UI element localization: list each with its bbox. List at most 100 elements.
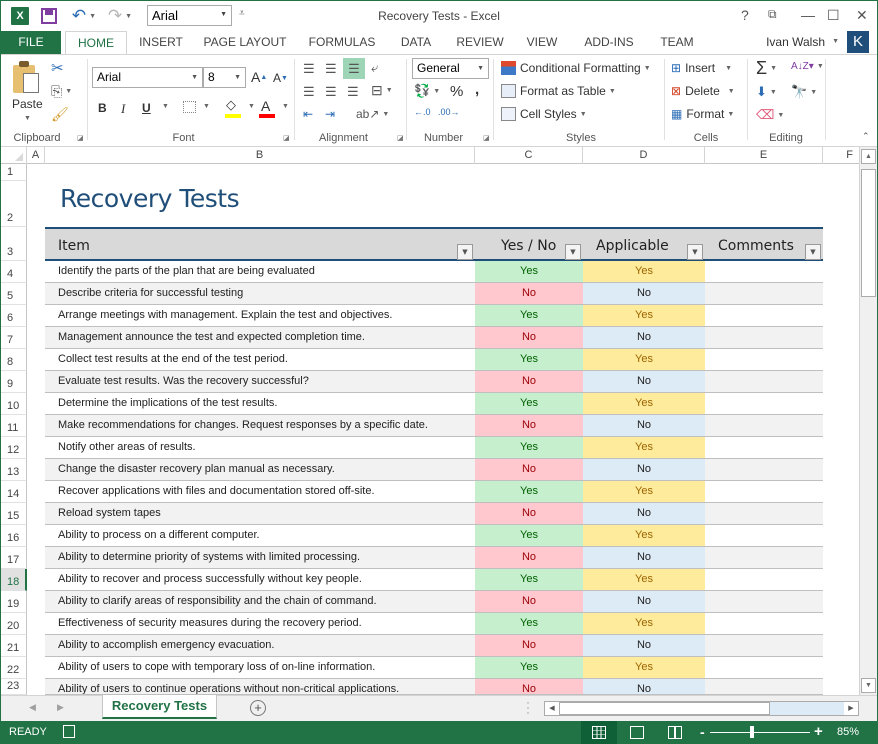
row-header-12[interactable]: 12 <box>1 437 27 459</box>
applicable-cell[interactable]: No <box>583 283 705 304</box>
applicable-cell[interactable]: Yes <box>583 393 705 414</box>
yes-no-cell[interactable]: Yes <box>475 569 583 590</box>
column-header-d[interactable]: D <box>583 147 705 164</box>
yes-no-cell[interactable]: No <box>475 371 583 392</box>
font-color-dropdown-icon[interactable]: ▼ <box>279 103 289 110</box>
insert-cells-button[interactable]: ⊞ Insert ▼ <box>671 61 732 75</box>
yes-no-cell[interactable]: Yes <box>475 393 583 414</box>
item-cell[interactable]: Arrange meetings with management. Explai… <box>58 309 392 321</box>
comments-cell[interactable] <box>705 657 823 678</box>
yes-no-cell[interactable]: Yes <box>475 349 583 370</box>
avatar[interactable]: K <box>847 31 869 53</box>
scroll-right-icon[interactable]: ▶ <box>844 702 858 715</box>
row-header-18[interactable]: 18 <box>1 569 27 591</box>
accounting-format-icon[interactable]: 💱 ▼ <box>414 83 440 99</box>
filter-dropdown-icon[interactable]: ▼ <box>457 244 473 260</box>
comments-cell[interactable] <box>705 283 823 304</box>
row-header-7[interactable]: 7 <box>1 327 27 349</box>
column-header-e[interactable]: E <box>705 147 823 164</box>
row-header-5[interactable]: 5 <box>1 283 27 305</box>
fill-color-dropdown-icon[interactable]: ▼ <box>245 103 255 110</box>
clipboard-launcher-icon[interactable]: ◪ <box>77 134 84 142</box>
italic-button[interactable]: I <box>121 101 125 117</box>
comments-cell[interactable] <box>705 393 823 414</box>
underline-dropdown-icon[interactable]: ▼ <box>159 103 169 110</box>
comments-cell[interactable] <box>705 525 823 546</box>
borders-icon[interactable] <box>183 101 196 113</box>
comments-cell[interactable] <box>705 349 823 370</box>
copy-icon[interactable]: ⎘ ▼ <box>51 83 72 100</box>
row-header-8[interactable]: 8 <box>1 349 27 371</box>
underline-button[interactable]: U <box>142 101 151 115</box>
number-format-select[interactable]: General ▼ <box>412 58 489 79</box>
yes-no-cell[interactable]: No <box>475 503 583 524</box>
row-header-10[interactable]: 10 <box>1 393 27 415</box>
wrap-text-icon[interactable]: ⤶ <box>371 60 378 76</box>
item-cell[interactable]: Effectiveness of security measures durin… <box>58 617 362 629</box>
applicable-cell[interactable]: Yes <box>583 525 705 546</box>
page-break-view-button[interactable] <box>657 721 693 744</box>
ribbon-display-options-icon[interactable]: ⧉ <box>768 7 777 22</box>
applicable-cell[interactable]: No <box>583 547 705 568</box>
middle-align-icon[interactable]: ☰ <box>325 61 337 77</box>
select-all-button[interactable] <box>1 147 27 164</box>
zoom-slider-track[interactable] <box>710 732 810 733</box>
minimize-icon[interactable]: — <box>801 7 815 23</box>
row-header-19[interactable]: 19 <box>1 591 27 613</box>
horizontal-scrollbar[interactable]: ◀ ▶ <box>544 701 859 716</box>
page-layout-view-button[interactable] <box>619 721 655 744</box>
font-name-select[interactable]: Arial ▼ <box>92 67 203 88</box>
applicable-cell[interactable]: No <box>583 503 705 524</box>
row-header-9[interactable]: 9 <box>1 371 27 393</box>
applicable-cell[interactable]: Yes <box>583 305 705 326</box>
decrease-font-size-icon[interactable]: A ▼ <box>273 71 288 85</box>
yes-no-cell[interactable]: Yes <box>475 657 583 678</box>
comments-cell[interactable] <box>705 437 823 458</box>
item-cell[interactable]: Ability to recover and process successfu… <box>58 573 362 585</box>
fill-color-icon[interactable]: ◇ <box>226 97 236 113</box>
row-header-2[interactable]: 2 <box>1 181 27 227</box>
zoom-in-button[interactable]: + <box>814 723 823 740</box>
maximize-icon[interactable]: ☐ <box>827 7 840 24</box>
tab-add-ins[interactable]: ADD-INS <box>577 31 641 54</box>
applicable-cell[interactable]: Yes <box>583 349 705 370</box>
zoom-out-button[interactable]: - <box>700 724 705 740</box>
increase-indent-icon[interactable]: ⇥ <box>325 107 335 121</box>
alignment-launcher-icon[interactable]: ◪ <box>397 134 404 142</box>
paste-dropdown-icon[interactable]: ▼ <box>24 115 31 122</box>
filter-dropdown-icon[interactable]: ▼ <box>687 244 703 260</box>
item-cell[interactable]: Ability of users to continue operations … <box>58 683 399 694</box>
item-cell[interactable]: Ability to process on a different comput… <box>58 529 260 541</box>
orientation-icon[interactable]: ab↗ ▼ <box>356 107 389 121</box>
clear-button[interactable]: ⌫ ▼ <box>756 107 784 123</box>
next-sheet-icon[interactable]: ▶ <box>57 702 64 713</box>
borders-dropdown-icon[interactable]: ▼ <box>200 103 210 110</box>
align-left-icon[interactable]: ☰ <box>303 84 315 100</box>
row-header-23[interactable]: 23 <box>1 679 27 695</box>
applicable-cell[interactable]: Yes <box>583 481 705 502</box>
top-align-icon[interactable]: ☰ <box>303 61 315 77</box>
tab-data[interactable]: DATA <box>393 31 439 54</box>
decrease-indent-icon[interactable]: ⇤ <box>303 107 313 121</box>
font-color-icon[interactable]: A <box>261 98 270 114</box>
yes-no-cell[interactable]: No <box>475 591 583 612</box>
zoom-level[interactable]: 85% <box>837 726 859 738</box>
comments-cell[interactable] <box>705 371 823 392</box>
yes-no-cell[interactable]: No <box>475 459 583 480</box>
row-header-21[interactable]: 21 <box>1 635 27 657</box>
item-cell[interactable]: Reload system tapes <box>58 507 161 519</box>
increase-font-size-icon[interactable]: A ▲ <box>251 69 267 85</box>
row-header-13[interactable]: 13 <box>1 459 27 481</box>
comments-cell[interactable] <box>705 481 823 502</box>
row-header-14[interactable]: 14 <box>1 481 27 503</box>
comments-cell[interactable] <box>705 679 823 694</box>
row-header-1[interactable]: 1 <box>1 164 27 181</box>
format-cells-button[interactable]: ▦ Format ▼ <box>671 107 734 121</box>
row-header-6[interactable]: 6 <box>1 305 27 327</box>
sheet-title[interactable]: Recovery Tests <box>60 184 240 213</box>
tab-view[interactable]: VIEW <box>521 31 563 54</box>
macro-recording-icon[interactable] <box>63 725 75 738</box>
vertical-scroll-thumb[interactable] <box>861 169 876 297</box>
item-cell[interactable]: Ability to determine priority of systems… <box>58 551 360 563</box>
filter-dropdown-icon[interactable]: ▼ <box>805 244 821 260</box>
